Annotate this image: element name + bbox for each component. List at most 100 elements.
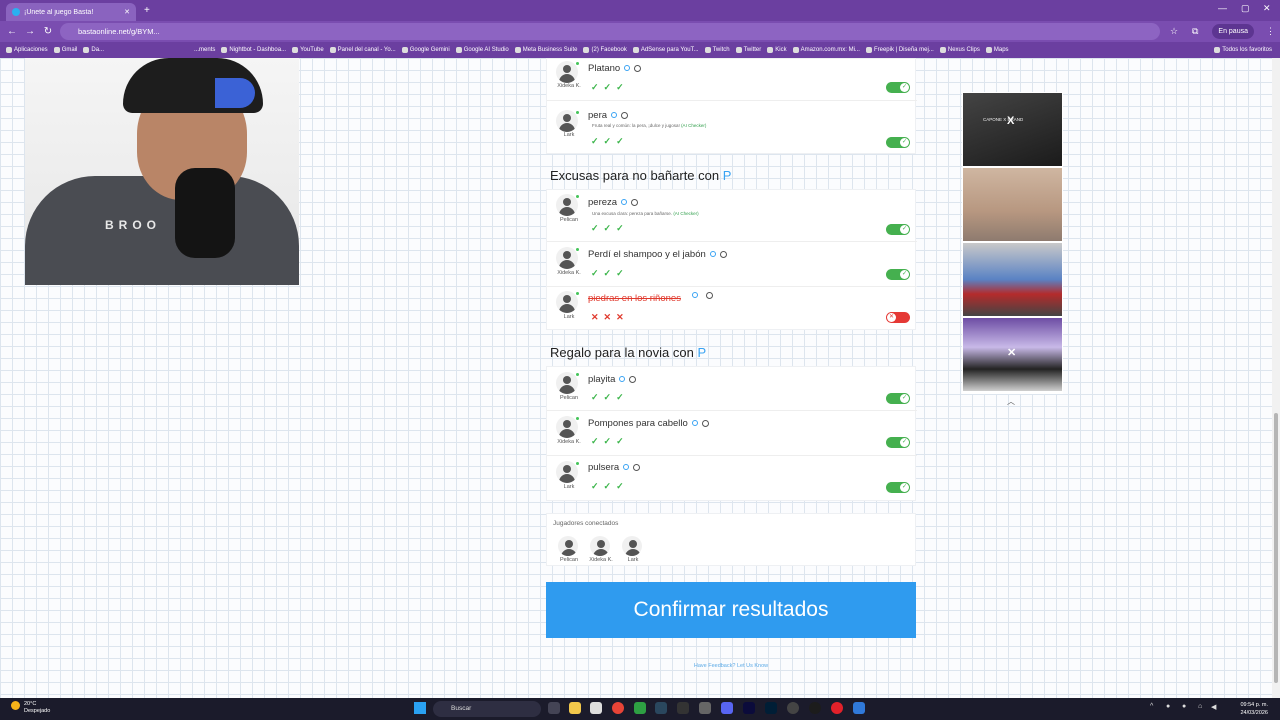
- clock[interactable]: 09:54 p. m. 24/03/2026: [1240, 701, 1268, 717]
- minimize-icon[interactable]: —: [1218, 3, 1227, 13]
- ad-cap-image[interactable]: X CAPONE X BRAND: [963, 93, 1062, 166]
- valid-toggle[interactable]: [886, 82, 910, 93]
- bookmark-item[interactable]: Nexus Clips: [939, 47, 980, 53]
- extensions-icon[interactable]: ⧉: [1192, 26, 1198, 37]
- network-icon[interactable]: ⌂: [1198, 703, 1202, 710]
- bookmark-item[interactable]: YouTube: [292, 47, 324, 53]
- emoji-icon[interactable]: [701, 419, 709, 427]
- word-icon[interactable]: [853, 702, 865, 714]
- search-icon[interactable]: [691, 420, 698, 427]
- photoshop-icon[interactable]: [765, 702, 777, 714]
- bookmark-item[interactable]: (2) Facebook: [583, 47, 627, 53]
- chevron-up-icon[interactable]: ︿: [1007, 396, 1015, 407]
- windows-start-icon[interactable]: [414, 702, 426, 714]
- xbox-icon[interactable]: [634, 702, 646, 714]
- record-icon[interactable]: [831, 702, 843, 714]
- bookmark-item[interactable]: Nightbot - Dashboa...: [221, 47, 286, 53]
- online-dot-icon: [576, 462, 579, 465]
- profile-pause-button[interactable]: En pausa: [1212, 24, 1254, 39]
- bookmark-star-icon[interactable]: ☆: [1170, 26, 1178, 37]
- search-icon[interactable]: [621, 199, 628, 206]
- taskbar-search[interactable]: Buscar: [433, 701, 541, 717]
- search-icon[interactable]: [692, 292, 698, 298]
- bookmark-item[interactable]: Twitter: [735, 47, 761, 53]
- steam-icon[interactable]: [655, 702, 667, 714]
- volume-icon[interactable]: ◀: [1211, 703, 1216, 711]
- search-icon[interactable]: [619, 376, 626, 383]
- player-name: Pelican: [559, 395, 579, 401]
- ad-close-icon[interactable]: ✕: [1007, 346, 1016, 359]
- valid-toggle[interactable]: [886, 137, 910, 148]
- bookmark-item[interactable]: Google AI Studio: [455, 47, 509, 53]
- forward-icon[interactable]: →: [24, 26, 36, 37]
- valid-toggle[interactable]: [886, 224, 910, 235]
- bookmark-item[interactable]: Aplicaciones: [6, 47, 48, 53]
- emoji-icon[interactable]: [629, 375, 637, 383]
- search-icon[interactable]: [611, 112, 618, 119]
- back-icon[interactable]: ←: [6, 26, 18, 37]
- bookmark-item[interactable]: Twitch: [704, 47, 730, 53]
- search-icon[interactable]: [709, 251, 716, 258]
- all-favorites[interactable]: Todos los favoritos: [1214, 47, 1272, 53]
- valid-toggle[interactable]: [886, 482, 910, 493]
- file-explorer-icon[interactable]: [569, 702, 581, 714]
- bookmark-item[interactable]: ...ments: [194, 47, 215, 53]
- chrome-icon[interactable]: [612, 702, 624, 714]
- search-icon[interactable]: [624, 65, 631, 72]
- emoji-icon[interactable]: [631, 198, 639, 206]
- valid-toggle[interactable]: [886, 269, 910, 280]
- youtube-icon: [292, 47, 299, 53]
- search-icon[interactable]: [623, 464, 630, 471]
- tab-active[interactable]: ¡Únete al juego Basta! ✕: [6, 3, 136, 21]
- confirm-results-button[interactable]: Confirmar resultados: [546, 582, 916, 638]
- sun-icon: [11, 701, 20, 710]
- bookmark-item[interactable]: Maps: [985, 47, 1009, 53]
- bookmark-item[interactable]: Freepik | Diseña mej...: [865, 47, 934, 53]
- task-view-icon[interactable]: [548, 702, 560, 714]
- feedback-link[interactable]: Have Feedback? Let Us Know: [546, 663, 916, 669]
- ad-dress-image[interactable]: [963, 168, 1062, 241]
- bookmark-item[interactable]: AdSense para YouT...: [632, 47, 699, 53]
- scrollbar-thumb[interactable]: [1274, 413, 1278, 683]
- bookmark-item[interactable]: Meta Business Suite: [514, 47, 577, 53]
- app-icon[interactable]: [809, 702, 821, 714]
- tab-close-icon[interactable]: ✕: [124, 8, 130, 16]
- bookmark-item[interactable]: Kick: [767, 47, 787, 53]
- reload-icon[interactable]: ↻: [42, 26, 54, 37]
- premiere-icon[interactable]: [743, 702, 755, 714]
- maximize-icon[interactable]: ▢: [1241, 3, 1250, 14]
- ad-bucket-hat-image[interactable]: ✕: [963, 318, 1062, 391]
- store-icon[interactable]: [590, 702, 602, 714]
- emoji-icon[interactable]: [706, 292, 713, 299]
- category-heading: Excusas para no bañarte con P: [550, 168, 732, 183]
- emoji-icon[interactable]: [634, 64, 642, 72]
- bookmark-item[interactable]: Da...: [83, 47, 104, 53]
- menu-icon[interactable]: ⋮: [1266, 26, 1275, 37]
- obs-icon[interactable]: [787, 702, 799, 714]
- emoji-icon[interactable]: [719, 250, 727, 258]
- emoji-icon[interactable]: [633, 463, 641, 471]
- player-name: Xideka K.: [557, 270, 581, 276]
- chrome-tray-icon[interactable]: ●: [1166, 703, 1170, 710]
- bookmark-item[interactable]: Amazon.com.mx: Mi...: [792, 47, 860, 53]
- bookmark-item[interactable]: Google Gemini: [401, 47, 450, 53]
- bookmark-item[interactable]: Panel del canal - Yo...: [329, 47, 396, 53]
- app-icon[interactable]: [699, 702, 711, 714]
- valid-toggle[interactable]: [886, 393, 910, 404]
- emoji-icon[interactable]: [621, 111, 629, 119]
- valid-toggle[interactable]: [886, 437, 910, 448]
- ad-sneakers-image[interactable]: [963, 243, 1062, 316]
- avatar-icon: [556, 461, 578, 483]
- bookmark-item[interactable]: Gmail: [53, 47, 77, 53]
- tray-chevron-icon[interactable]: ^: [1150, 703, 1153, 710]
- address-bar[interactable]: bastaonline.net/g/BYM...: [60, 23, 1160, 40]
- mic-tray-icon[interactable]: ●: [1182, 703, 1186, 710]
- valid-toggle[interactable]: [886, 312, 910, 323]
- new-tab-icon[interactable]: +: [144, 5, 150, 16]
- online-dot-icon: [576, 111, 579, 114]
- scrollbar[interactable]: [1272, 58, 1280, 698]
- weather-widget[interactable]: 20°C Despejado: [11, 701, 50, 715]
- calculator-icon[interactable]: [677, 702, 689, 714]
- discord-icon[interactable]: [721, 702, 733, 714]
- close-window-icon[interactable]: ✕: [1263, 3, 1271, 14]
